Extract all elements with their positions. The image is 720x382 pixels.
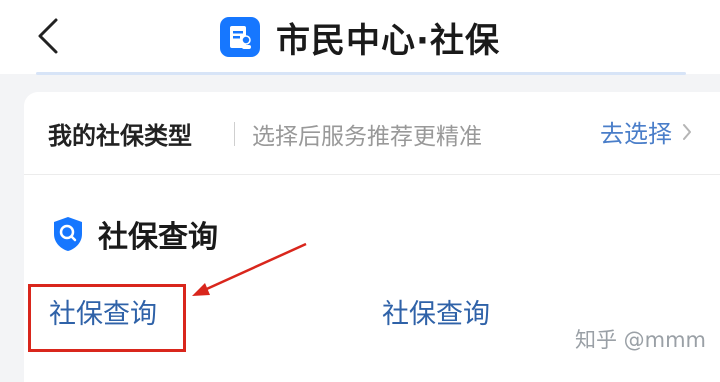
insurance-type-hint: 选择后服务推荐更精准 xyxy=(252,124,482,150)
section-header: 社保查询 xyxy=(52,212,218,256)
chevron-right-icon xyxy=(683,123,691,140)
header-divider xyxy=(36,72,686,75)
watermark-text: 知乎 @mmm xyxy=(574,328,706,352)
highlight-annotation-box xyxy=(28,284,186,352)
header-bar: 市民中心·社保 xyxy=(0,0,720,75)
title-group: 市民中心·社保 xyxy=(0,0,720,74)
social-security-card-icon xyxy=(220,17,261,57)
shield-search-icon xyxy=(54,217,82,251)
social-security-query-link-2[interactable]: 社保查询 xyxy=(382,292,490,331)
insurance-type-label: 我的社保类型 xyxy=(48,122,192,150)
insurance-type-row[interactable]: 我的社保类型 选择后服务推荐更精准 去选择 xyxy=(24,92,720,175)
page-title: 市民中心·社保 xyxy=(276,20,500,61)
choose-type-label: 去选择 xyxy=(600,120,672,148)
divider xyxy=(234,122,235,146)
section-title: 社保查询 xyxy=(98,220,218,255)
choose-type-button[interactable]: 去选择 xyxy=(600,114,692,149)
